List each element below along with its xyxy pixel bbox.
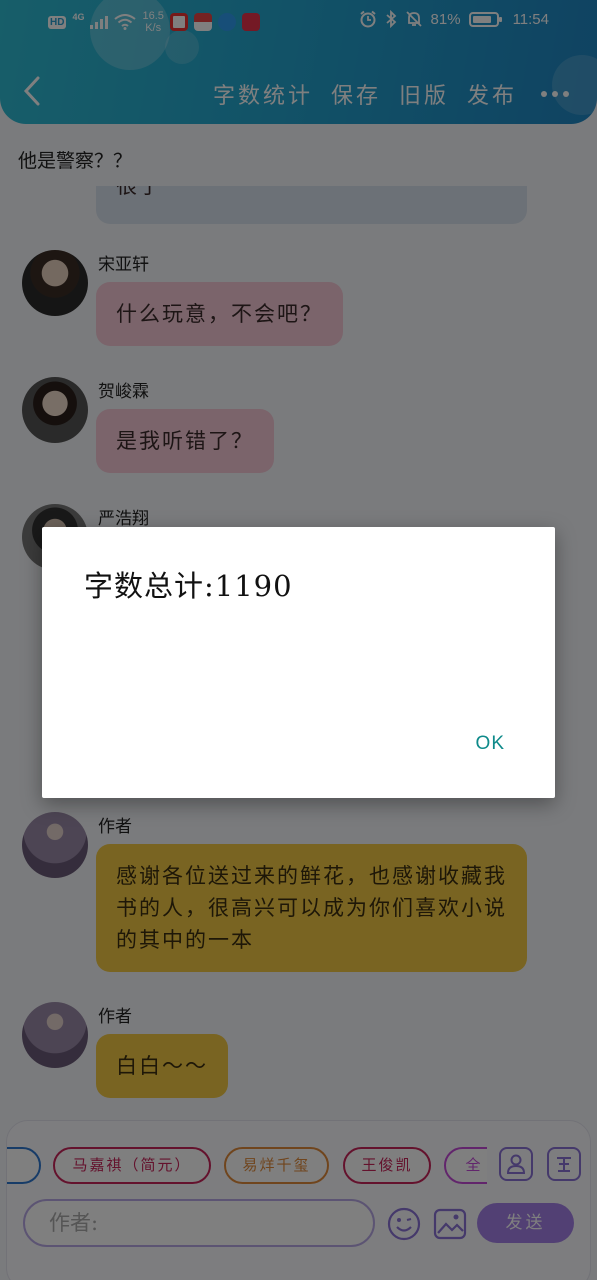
dialog-message: 字数总计:1190 (84, 569, 293, 603)
app-root: HD 4G 16.5 K/s (0, 0, 597, 1280)
ok-button[interactable]: OK (476, 733, 505, 755)
word-count-dialog: 字数总计:1190 OK (42, 527, 555, 798)
